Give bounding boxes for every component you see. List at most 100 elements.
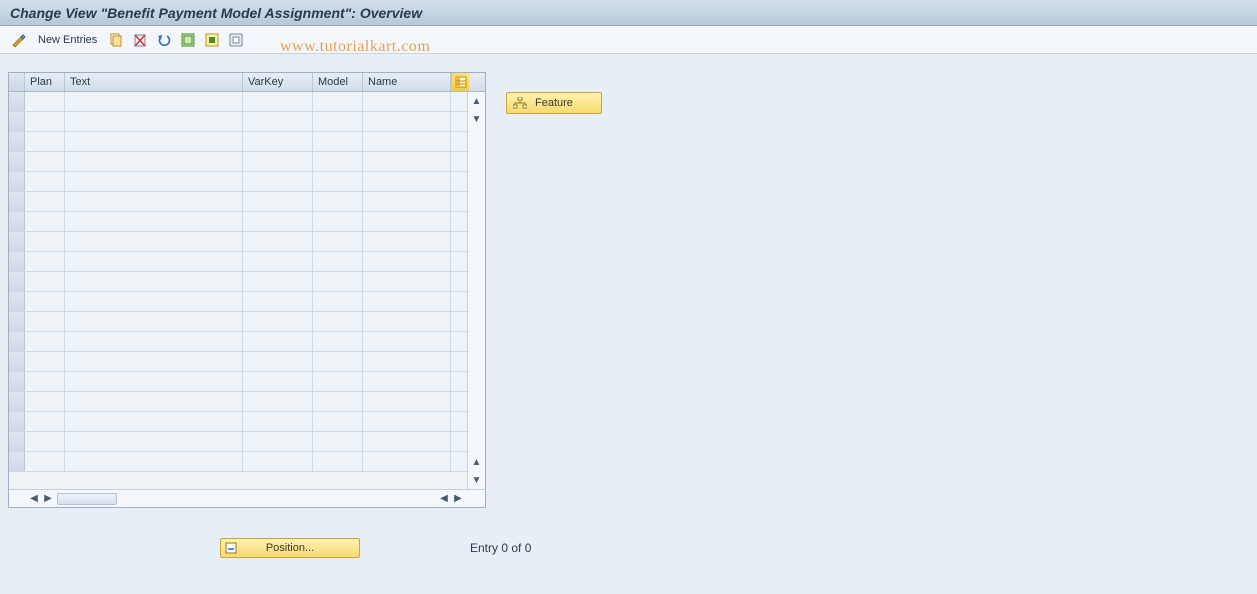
scroll-left-icon[interactable]: ◀ xyxy=(27,492,41,506)
cell-model[interactable] xyxy=(313,372,363,391)
cell-model[interactable] xyxy=(313,292,363,311)
cell-text[interactable] xyxy=(65,192,243,211)
cell-name[interactable] xyxy=(363,112,451,131)
cell-varkey[interactable] xyxy=(243,292,313,311)
position-button[interactable]: Position... xyxy=(220,538,360,558)
col-header-plan[interactable]: Plan xyxy=(25,73,65,91)
scroll-left-step-icon[interactable]: ◀ xyxy=(437,492,451,506)
cell-varkey[interactable] xyxy=(243,132,313,151)
row-selector[interactable] xyxy=(9,452,25,471)
cell-model[interactable] xyxy=(313,352,363,371)
cell-plan[interactable] xyxy=(25,452,65,471)
cell-plan[interactable] xyxy=(25,232,65,251)
col-header-name[interactable]: Name xyxy=(363,73,451,91)
cell-plan[interactable] xyxy=(25,212,65,231)
cell-name[interactable] xyxy=(363,92,451,111)
cell-varkey[interactable] xyxy=(243,112,313,131)
cell-varkey[interactable] xyxy=(243,332,313,351)
cell-varkey[interactable] xyxy=(243,452,313,471)
cell-text[interactable] xyxy=(65,132,243,151)
vertical-scrollbar[interactable]: ▲ ▼ ▲ ▼ xyxy=(467,92,485,489)
cell-plan[interactable] xyxy=(25,132,65,151)
col-header-text[interactable]: Text xyxy=(65,73,243,91)
table-row[interactable] xyxy=(9,152,467,172)
row-selector[interactable] xyxy=(9,312,25,331)
cell-text[interactable] xyxy=(65,412,243,431)
cell-text[interactable] xyxy=(65,292,243,311)
table-row[interactable] xyxy=(9,292,467,312)
cell-varkey[interactable] xyxy=(243,372,313,391)
cell-model[interactable] xyxy=(313,392,363,411)
row-selector[interactable] xyxy=(9,112,25,131)
table-row[interactable] xyxy=(9,312,467,332)
deselect-all-icon[interactable] xyxy=(227,31,245,49)
cell-model[interactable] xyxy=(313,412,363,431)
hscroll-thumb[interactable] xyxy=(57,493,117,505)
cell-varkey[interactable] xyxy=(243,432,313,451)
cell-varkey[interactable] xyxy=(243,252,313,271)
cell-plan[interactable] xyxy=(25,92,65,111)
copy-icon[interactable] xyxy=(107,31,125,49)
cell-text[interactable] xyxy=(65,232,243,251)
row-selector[interactable] xyxy=(9,372,25,391)
row-selector[interactable] xyxy=(9,392,25,411)
table-row[interactable] xyxy=(9,352,467,372)
row-selector[interactable] xyxy=(9,432,25,451)
row-selector[interactable] xyxy=(9,412,25,431)
table-row[interactable] xyxy=(9,172,467,192)
cell-varkey[interactable] xyxy=(243,352,313,371)
cell-text[interactable] xyxy=(65,252,243,271)
scroll-up-step-icon[interactable]: ▼ xyxy=(470,112,484,126)
row-selector[interactable] xyxy=(9,132,25,151)
cell-name[interactable] xyxy=(363,192,451,211)
row-selector[interactable] xyxy=(9,172,25,191)
cell-model[interactable] xyxy=(313,312,363,331)
row-selector[interactable] xyxy=(9,272,25,291)
cell-model[interactable] xyxy=(313,152,363,171)
cell-model[interactable] xyxy=(313,192,363,211)
cell-text[interactable] xyxy=(65,112,243,131)
row-selector-header[interactable] xyxy=(9,73,25,91)
cell-plan[interactable] xyxy=(25,392,65,411)
cell-plan[interactable] xyxy=(25,312,65,331)
col-header-model[interactable]: Model xyxy=(313,73,363,91)
cell-model[interactable] xyxy=(313,112,363,131)
table-row[interactable] xyxy=(9,432,467,452)
feature-button[interactable]: Feature xyxy=(506,92,602,114)
cell-plan[interactable] xyxy=(25,352,65,371)
cell-varkey[interactable] xyxy=(243,272,313,291)
cell-name[interactable] xyxy=(363,452,451,471)
cell-model[interactable] xyxy=(313,132,363,151)
cell-name[interactable] xyxy=(363,152,451,171)
horizontal-scrollbar[interactable]: ◀ ▶ ◀ ▶ xyxy=(9,489,485,507)
cell-plan[interactable] xyxy=(25,172,65,191)
row-selector[interactable] xyxy=(9,332,25,351)
scroll-down-step-icon[interactable]: ▲ xyxy=(470,455,484,469)
cell-plan[interactable] xyxy=(25,372,65,391)
undo-icon[interactable] xyxy=(155,31,173,49)
table-row[interactable] xyxy=(9,112,467,132)
cell-plan[interactable] xyxy=(25,412,65,431)
cell-name[interactable] xyxy=(363,212,451,231)
cell-name[interactable] xyxy=(363,132,451,151)
cell-text[interactable] xyxy=(65,372,243,391)
cell-model[interactable] xyxy=(313,452,363,471)
table-row[interactable] xyxy=(9,332,467,352)
cell-plan[interactable] xyxy=(25,272,65,291)
cell-varkey[interactable] xyxy=(243,232,313,251)
cell-varkey[interactable] xyxy=(243,212,313,231)
table-row[interactable] xyxy=(9,252,467,272)
cell-name[interactable] xyxy=(363,432,451,451)
select-all-icon[interactable] xyxy=(179,31,197,49)
table-row[interactable] xyxy=(9,372,467,392)
cell-model[interactable] xyxy=(313,172,363,191)
cell-text[interactable] xyxy=(65,392,243,411)
cell-name[interactable] xyxy=(363,392,451,411)
delete-icon[interactable] xyxy=(131,31,149,49)
cell-plan[interactable] xyxy=(25,112,65,131)
cell-varkey[interactable] xyxy=(243,92,313,111)
scroll-right-icon[interactable]: ▶ xyxy=(451,492,465,506)
cell-plan[interactable] xyxy=(25,192,65,211)
cell-name[interactable] xyxy=(363,232,451,251)
scroll-down-icon[interactable]: ▼ xyxy=(470,473,484,487)
